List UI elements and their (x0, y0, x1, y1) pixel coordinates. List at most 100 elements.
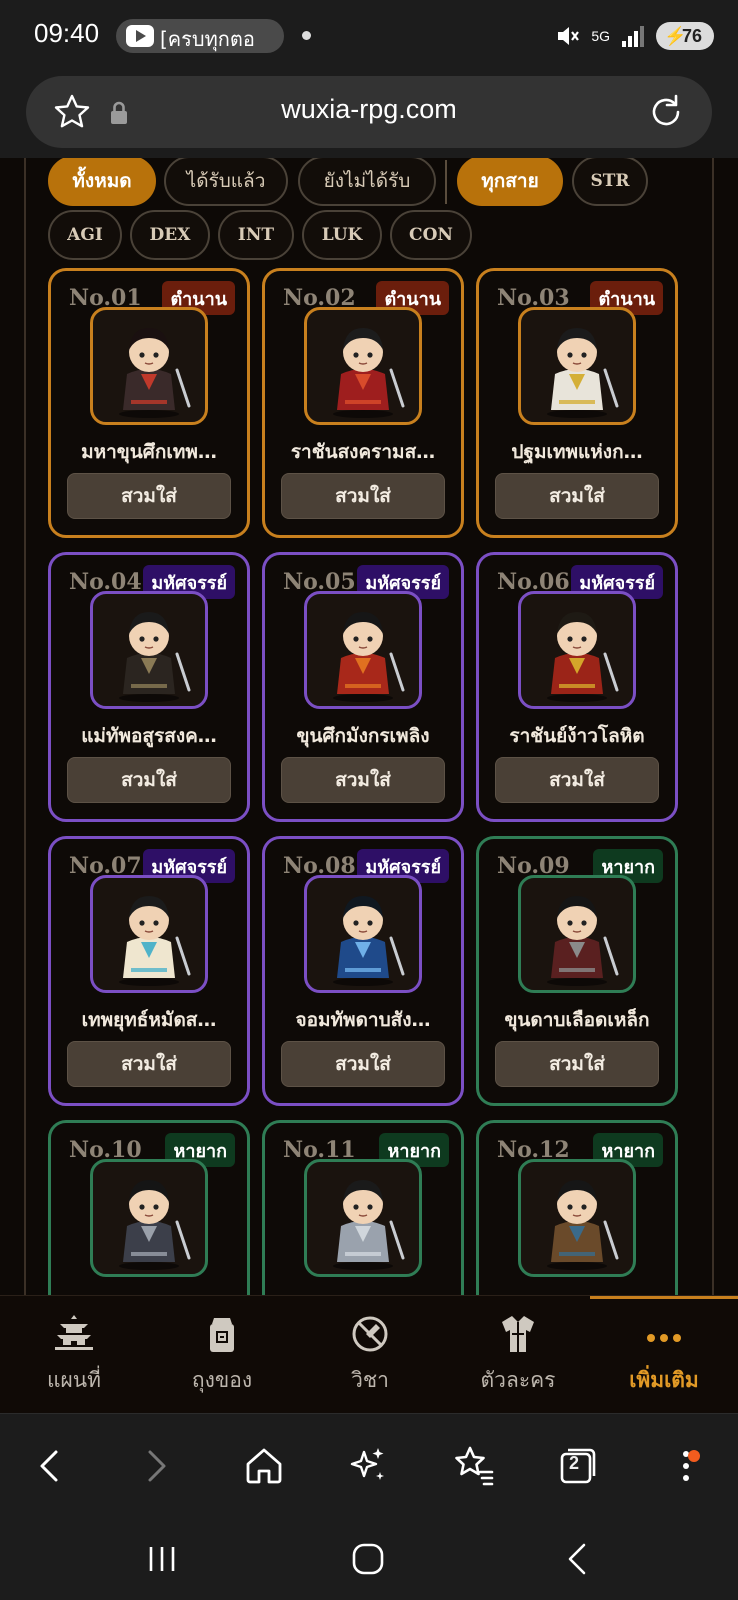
character-avatar-icon (119, 328, 191, 418)
recent-apps-button[interactable] (140, 1537, 184, 1581)
equip-button[interactable]: สวมใส่ (495, 473, 659, 519)
character-card[interactable]: No.11 หายาก (262, 1120, 464, 1295)
equip-button[interactable]: สวมใส่ (495, 757, 659, 803)
forward-button[interactable] (130, 1440, 182, 1492)
character-card[interactable]: No.02 ตำนาน ราชันสงครามส… สวมใส่ (262, 268, 464, 538)
character-portrait (304, 591, 422, 709)
character-name: ขุนศึกมังกรเพลิง (296, 725, 430, 747)
home-circle-icon (352, 1543, 384, 1575)
status-time: 09:40 (34, 18, 100, 48)
filter-not-owned[interactable]: ยังไม่ได้รับ (298, 158, 436, 206)
sparkle-icon (350, 1448, 384, 1480)
media-title: [ครบทุกตอ (160, 27, 255, 51)
system-home-button[interactable] (346, 1537, 390, 1581)
url-field[interactable]: wuxia-rpg.com (26, 76, 712, 148)
equip-button[interactable]: สวมใส่ (281, 473, 445, 519)
character-card[interactable]: No.04 มหัศจรรย์ แม่ทัพอสูรสงค… สวมใส่ (48, 552, 250, 822)
character-portrait (518, 875, 636, 993)
filter-luk[interactable]: LUK (302, 210, 382, 260)
nav-bag[interactable]: ถุงของ (148, 1312, 296, 1402)
character-portrait (518, 591, 636, 709)
battery-indicator: ⚡ 76 (656, 22, 714, 50)
back-chevron-icon (568, 1543, 586, 1575)
recent-apps-icon (149, 1547, 175, 1571)
nav-label: แผนที่ (46, 1368, 102, 1392)
bag-icon (210, 1318, 234, 1352)
system-back-button[interactable] (556, 1537, 600, 1581)
skill-icon (352, 1316, 388, 1352)
character-avatar-icon (119, 612, 191, 702)
equip-button[interactable]: สวมใส่ (67, 473, 231, 519)
character-avatar-icon (547, 328, 619, 418)
status-bar: 09:40 [ครบทุกตอ 5G ⚡ 76 (0, 0, 738, 72)
equip-button[interactable]: สวมใส่ (67, 757, 231, 803)
url-text: wuxia-rpg.com (281, 94, 457, 124)
nav-label: เพิ่มเติม (629, 1368, 699, 1392)
character-name: ราชันสงครามส… (290, 441, 436, 463)
assistant-button[interactable] (342, 1440, 394, 1492)
character-card[interactable]: No.10 หายาก (48, 1120, 250, 1295)
character-name: ปฐมเทพแห่งก… (511, 441, 643, 463)
character-card[interactable]: No.09 หายาก ขุนดาบเลือดเหล็ก สวมใส่ (476, 836, 678, 1106)
equip-button[interactable]: สวมใส่ (495, 1041, 659, 1087)
character-avatar-icon (333, 612, 405, 702)
character-card[interactable]: No.12 หายาก (476, 1120, 678, 1295)
filter-con[interactable]: CON (390, 210, 472, 260)
filter-divider (445, 160, 447, 204)
robe-icon (502, 1316, 534, 1352)
equip-button[interactable]: สวมใส่ (281, 1041, 445, 1087)
character-portrait (90, 591, 208, 709)
character-avatar-icon (119, 896, 191, 986)
character-name: มหาขุนศึกเทพ… (81, 441, 217, 463)
equip-button[interactable]: สวมใส่ (67, 1041, 231, 1087)
character-avatar-icon (119, 1180, 191, 1270)
character-card[interactable]: No.05 มหัศจรรย์ ขุนศึกมังกรเพลิง สวมใส่ (262, 552, 464, 822)
character-portrait (518, 307, 636, 425)
character-name: แม่ทัพอสูรสงค… (81, 725, 217, 747)
browser-address-bar: wuxia-rpg.com (0, 72, 738, 158)
filter-int[interactable]: INT (218, 210, 294, 260)
network-type: 5G (591, 27, 610, 44)
nav-skills[interactable]: วิชา (296, 1312, 444, 1402)
equip-button[interactable]: สวมใส่ (281, 757, 445, 803)
character-card[interactable]: No.08 มหัศจรรย์ จอมทัพดาบสัง… สวมใส่ (262, 836, 464, 1106)
nav-label: ตัวละคร (480, 1368, 556, 1392)
nav-map[interactable]: แผนที่ (0, 1312, 148, 1402)
bookmarks-button[interactable] (448, 1440, 500, 1492)
filter-dex[interactable]: DEX (130, 210, 210, 260)
character-name: จอมทัพดาบสัง… (295, 1009, 431, 1031)
nav-character[interactable]: ตัวละคร (444, 1312, 592, 1402)
status-icons: 5G ⚡ 76 (555, 20, 714, 52)
home-button[interactable] (238, 1440, 290, 1492)
character-portrait (90, 1159, 208, 1277)
character-card[interactable]: No.07 มหัศจรรย์ เทพยุทธ์หมัดส… สวมใส่ (48, 836, 250, 1106)
filter-agi[interactable]: AGI (48, 210, 122, 260)
character-card[interactable]: No.03 ตำนาน ปฐมเทพแห่งก… สวมใส่ (476, 268, 678, 538)
media-notification[interactable]: [ครบทุกตอ (116, 19, 284, 53)
nav-more[interactable]: เพิ่มเติม (590, 1312, 738, 1402)
character-avatar-icon (333, 896, 405, 986)
character-card[interactable]: No.06 มหัศจรรย์ ราชันย์ง้าวโลหิต สวมใส่ (476, 552, 678, 822)
system-navigation-bar (0, 1519, 738, 1600)
filter-all[interactable]: ทั้งหมด (48, 158, 156, 206)
back-button[interactable] (24, 1440, 76, 1492)
tabs-button[interactable]: 2 (552, 1440, 604, 1492)
character-avatar-icon (547, 612, 619, 702)
notification-dot-icon (302, 31, 311, 40)
nav-label: วิชา (351, 1368, 389, 1392)
youtube-icon (126, 25, 154, 47)
charging-icon: ⚡ (664, 26, 687, 46)
character-name: เทพยุทธ์หมัดส… (81, 1009, 217, 1031)
nav-label: ถุงของ (191, 1368, 253, 1392)
filter-all-stats[interactable]: ทุกสาย (457, 158, 563, 206)
signal-icon (622, 26, 644, 47)
character-card[interactable]: No.01 ตำนาน มหาขุนศึกเทพ… สวมใส่ (48, 268, 250, 538)
reload-icon[interactable] (646, 92, 686, 132)
filter-owned[interactable]: ได้รับแล้ว (164, 158, 288, 206)
bookmark-list-icon (455, 1446, 494, 1486)
character-avatar-icon (547, 896, 619, 986)
character-portrait (90, 307, 208, 425)
character-portrait (518, 1159, 636, 1277)
browser-menu-button[interactable] (660, 1440, 712, 1492)
filter-str[interactable]: STR (572, 158, 648, 206)
